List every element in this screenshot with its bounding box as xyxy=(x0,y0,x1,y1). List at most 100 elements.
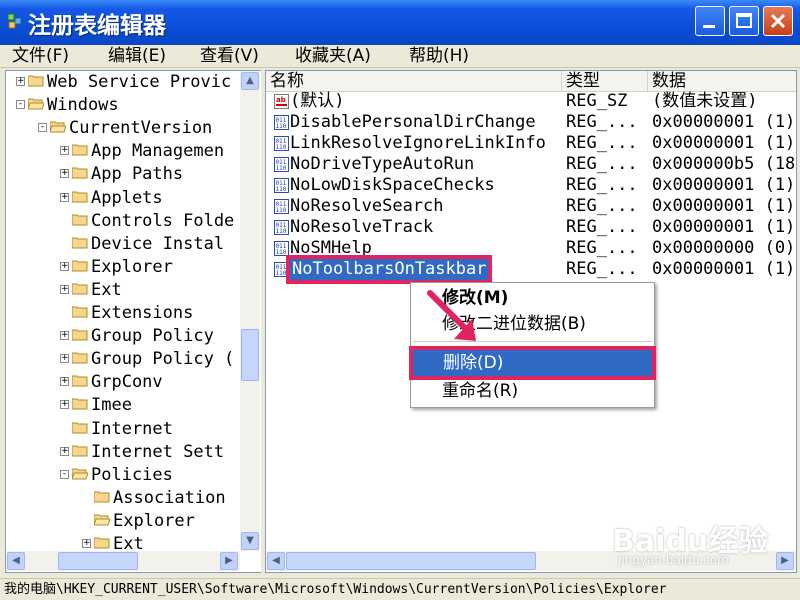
menu-edit[interactable]: 编辑(E) xyxy=(108,45,166,67)
tree-node-label: Internet Sett xyxy=(91,441,225,462)
tree-node[interactable]: - Policies xyxy=(6,464,240,486)
tree-node[interactable]: Internet xyxy=(6,418,240,440)
list-row-selected[interactable]: 011 110 NoToolbarsOnTaskbar REG_... 0x000000… xyxy=(266,255,796,284)
tree-scroll-down-button[interactable]: ▼ xyxy=(241,532,259,550)
value-data: 0x00000001 (1) xyxy=(652,196,796,216)
expand-icon[interactable]: + xyxy=(16,77,25,86)
tree-scroll-right-button[interactable]: ▶ xyxy=(220,552,238,570)
tree-vertical-scrollbar[interactable]: ▲ ▼ xyxy=(240,71,260,551)
tree-horizontal-scrollbar[interactable]: ◀ ▶ xyxy=(6,551,240,571)
folder-icon xyxy=(72,329,88,341)
folder-icon xyxy=(94,537,110,549)
expand-icon[interactable]: + xyxy=(60,354,69,364)
value-type: REG_... xyxy=(566,196,638,216)
expand-icon[interactable]: + xyxy=(82,539,91,548)
expand-icon[interactable]: + xyxy=(60,446,69,456)
svg-text:110: 110 xyxy=(276,144,287,151)
tree-node-label: Explorer xyxy=(91,256,173,277)
list-row[interactable]: 011 110 NoResolveSearch REG_... 0x00000001 (… xyxy=(266,196,796,217)
dword-value-icon: 011110 xyxy=(274,136,289,151)
menu-help[interactable]: 帮助(H) xyxy=(409,45,469,67)
tree-node[interactable]: - CurrentVersion xyxy=(6,117,240,139)
tree-node[interactable]: + App Paths xyxy=(6,163,240,185)
string-value-icon: ab xyxy=(274,94,289,109)
minimize-button[interactable] xyxy=(695,6,725,36)
list-scroll-right-button[interactable]: ▶ xyxy=(776,552,794,570)
list-row[interactable]: 011 110 NoDriveTypeAutoRun REG_... 0x000000b… xyxy=(266,154,796,175)
expand-icon[interactable]: + xyxy=(60,377,69,387)
tree-node[interactable]: Extensions xyxy=(6,302,240,324)
tree-scroll-thumb[interactable] xyxy=(241,329,259,381)
maximize-button[interactable] xyxy=(729,6,759,36)
tree-node[interactable]: + App Managemen xyxy=(6,140,240,162)
column-header-data[interactable]: 数据 xyxy=(648,71,796,91)
tree-node-label: Controls Folde xyxy=(91,210,235,231)
tree-node[interactable]: + Explorer xyxy=(6,256,240,278)
value-type: REG_... xyxy=(566,238,638,258)
tree-node[interactable]: + GrpConv xyxy=(6,371,240,393)
list-row[interactable]: ab (默认) REG_SZ (数值未设置) xyxy=(266,91,796,112)
expand-icon[interactable]: + xyxy=(60,146,69,156)
key-tree-pane[interactable]: + Web Service Provic - Windows - CurrentVersi… xyxy=(5,70,262,573)
close-icon xyxy=(770,13,786,29)
tree-node[interactable]: + Imee xyxy=(6,394,240,416)
list-row[interactable]: 011 110 NoResolveTrack REG_... 0x00000001 (1… xyxy=(266,217,796,238)
expand-icon[interactable]: + xyxy=(60,169,69,179)
tree-node[interactable]: - Windows xyxy=(6,94,240,116)
tree-node[interactable]: + Internet Sett xyxy=(6,441,240,463)
svg-text:110: 110 xyxy=(276,270,287,277)
regedit-app-icon xyxy=(7,13,22,29)
close-button[interactable] xyxy=(763,6,793,36)
tree-node-label: Group Policy xyxy=(91,326,214,347)
tree-node[interactable]: + Group Policy ( xyxy=(6,348,240,370)
tree-node-label: Group Policy ( xyxy=(91,349,235,370)
collapse-icon[interactable]: - xyxy=(16,100,25,110)
tree-node[interactable]: Controls Folde xyxy=(6,210,240,232)
expand-icon[interactable]: + xyxy=(60,261,69,271)
column-header-type[interactable]: 类型 xyxy=(562,71,648,91)
expand-icon[interactable]: + xyxy=(60,192,69,202)
value-type: REG_... xyxy=(566,175,638,195)
folder-icon xyxy=(72,260,88,272)
folder-icon xyxy=(72,352,88,364)
list-row[interactable]: 011 110 LinkResolveIgnoreLinkInfo REG_... 0x… xyxy=(266,133,796,154)
tree-scroll-left-button[interactable]: ◀ xyxy=(7,552,25,570)
collapse-icon[interactable]: - xyxy=(38,123,47,133)
context-menu-rename[interactable]: 重命名(R) xyxy=(412,378,653,404)
dword-value-icon: 011110 xyxy=(274,178,289,193)
tree-node[interactable]: + Group Policy xyxy=(6,325,240,347)
expand-icon[interactable]: + xyxy=(60,400,69,410)
value-data: 0x00000001 (1) xyxy=(652,217,796,237)
menu-view[interactable]: 查看(V) xyxy=(200,45,259,67)
column-header-name[interactable]: 名称 xyxy=(266,71,562,91)
tree-node-label: Applets xyxy=(91,187,163,208)
list-row[interactable]: 011 110 NoLowDiskSpaceChecks REG_... 0x00000… xyxy=(266,175,796,196)
tree-node[interactable]: Explorer xyxy=(6,510,240,532)
collapse-icon[interactable]: - xyxy=(60,469,69,479)
expand-icon[interactable]: + xyxy=(60,284,69,294)
folder-icon xyxy=(72,398,88,410)
list-hscroll-thumb[interactable] xyxy=(286,552,536,570)
value-data: 0x00000001 (1) xyxy=(652,259,796,279)
tree-node[interactable]: Association xyxy=(6,487,240,509)
value-type: REG_SZ xyxy=(566,91,628,111)
expand-icon[interactable]: + xyxy=(60,331,69,341)
list-row[interactable]: 011 110 NoSMHelp REG_... 0x00000000 (0) xyxy=(266,238,796,259)
tree-node-label: Imee xyxy=(91,395,132,416)
tree-node-label: Extensions xyxy=(91,303,194,323)
list-row[interactable]: 011 110 DisablePersonalDirChange REG_... 0x0… xyxy=(266,112,796,133)
tree-node[interactable]: Device Instal xyxy=(6,233,240,255)
tree-node[interactable]: + Web Service Provic xyxy=(6,71,240,93)
dword-value-icon: 011110 xyxy=(274,241,289,256)
svg-text:110: 110 xyxy=(276,228,287,235)
value-data: 0x00000001 (1) xyxy=(652,133,796,153)
tree-node[interactable]: + Ext xyxy=(6,279,240,301)
menu-file[interactable]: 文件(F) xyxy=(12,45,69,67)
list-scroll-left-button[interactable]: ◀ xyxy=(267,552,285,570)
tree-hscroll-thumb[interactable] xyxy=(58,552,138,570)
tree-scroll-up-button[interactable]: ▲ xyxy=(241,72,259,90)
tree-node[interactable]: + Applets xyxy=(6,187,240,209)
menu-favorites[interactable]: 收藏夹(A) xyxy=(295,45,371,67)
title-bar[interactable]: 注册表编辑器 xyxy=(0,0,800,45)
value-name: NoResolveTrack xyxy=(290,217,434,237)
